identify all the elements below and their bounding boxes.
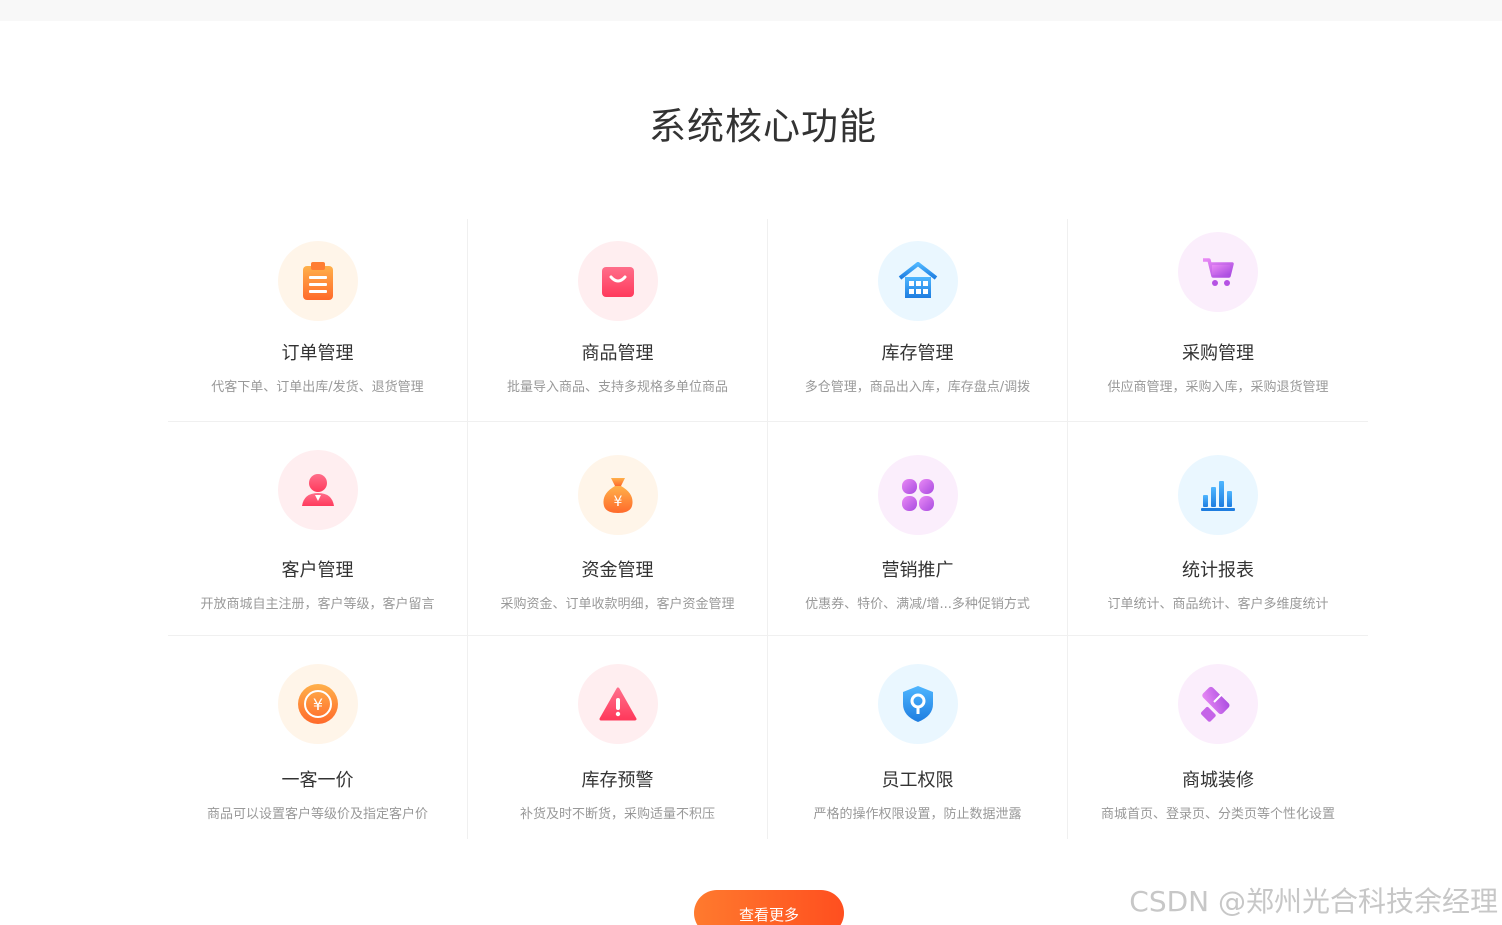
feature-title: 员工权限 xyxy=(881,770,954,791)
warehouse-icon xyxy=(877,241,958,321)
feature-desc: 优惠券、特价、满减/增...多种促销方式 xyxy=(805,597,1030,612)
feature-desc: 订单统计、商品统计、客户多维度统计 xyxy=(1107,597,1329,612)
feature-desc: 补货及时不断货，采购适量不积压 xyxy=(519,807,715,822)
feature-desc: 严格的操作权限设置，防止数据泄露 xyxy=(813,807,1022,822)
feature-title: 订单管理 xyxy=(281,343,354,364)
cart-icon xyxy=(1178,232,1258,312)
feature-card-customer[interactable]: 客户管理 开放商城自主注册，客户等级，客户留言 xyxy=(168,422,468,636)
feature-card-store-decor[interactable]: 商城装修 商城首页、登录页、分类页等个性化设置 xyxy=(1068,636,1368,839)
feature-card-pricing[interactable]: ¥ 一客一价 商品可以设置客户等级价及指定客户价 xyxy=(168,636,468,839)
feature-card-product[interactable]: 商品管理 批量导入商品、支持多规格多单位商品 xyxy=(468,219,768,422)
feature-desc: 批量导入商品、支持多规格多单位商品 xyxy=(506,380,728,395)
view-more-button[interactable]: 查看更多 xyxy=(694,890,844,925)
feature-card-inventory[interactable]: 库存管理 多仓管理，商品出入库，库存盘点/调拨 xyxy=(768,219,1068,422)
shopping-bag-icon xyxy=(577,241,658,321)
feature-card-marketing[interactable]: 营销推广 优惠券、特价、满减/增...多种促销方式 xyxy=(768,422,1068,636)
svg-text:¥: ¥ xyxy=(613,494,622,510)
feature-desc: 商品可以设置客户等级价及指定客户价 xyxy=(206,807,428,822)
feature-desc: 商城首页、登录页、分类页等个性化设置 xyxy=(1100,807,1335,822)
feature-title: 库存预警 xyxy=(581,770,654,791)
money-bag-icon: ¥ xyxy=(577,455,658,535)
feature-title: 客户管理 xyxy=(281,560,354,581)
svg-text:¥: ¥ xyxy=(312,695,322,714)
paint-roller-icon xyxy=(1178,664,1258,744)
shield-key-icon xyxy=(877,664,958,744)
feature-title: 资金管理 xyxy=(581,560,654,581)
feature-desc: 开放商城自主注册，客户等级，客户留言 xyxy=(200,597,435,612)
watermark: CSDN @郑州光合科技余经理 xyxy=(1129,885,1498,918)
feature-card-reports[interactable]: 统计报表 订单统计、商品统计、客户多维度统计 xyxy=(1068,422,1368,636)
feature-card-order[interactable]: 订单管理 代客下单、订单出库/发货、退货管理 xyxy=(168,219,468,422)
feature-title: 采购管理 xyxy=(1182,343,1254,364)
feature-title: 统计报表 xyxy=(1182,560,1254,581)
feature-title: 一客一价 xyxy=(281,770,354,791)
warning-icon xyxy=(577,664,658,744)
feature-card-permissions[interactable]: 员工权限 严格的操作权限设置，防止数据泄露 xyxy=(768,636,1068,839)
yen-coin-icon: ¥ xyxy=(277,664,358,744)
feature-desc: 代客下单、订单出库/发货、退货管理 xyxy=(211,380,424,395)
feature-desc: 供应商管理，采购入库，采购退货管理 xyxy=(1107,380,1329,395)
clover-icon xyxy=(877,455,958,535)
feature-card-purchase[interactable]: 采购管理 供应商管理，采购入库，采购退货管理 xyxy=(1068,219,1368,422)
feature-desc: 多仓管理，商品出入库，库存盘点/调拨 xyxy=(804,380,1031,395)
feature-title: 营销推广 xyxy=(881,560,954,581)
user-icon xyxy=(277,450,358,530)
feature-title: 库存管理 xyxy=(881,343,954,364)
top-strip xyxy=(0,0,1502,21)
feature-grid: 订单管理 代客下单、订单出库/发货、退货管理 商品管理 批量导入商品、支持多规格… xyxy=(168,219,1368,839)
feature-card-stock-alert[interactable]: 库存预警 补货及时不断货，采购适量不积压 xyxy=(468,636,768,839)
clipboard-icon xyxy=(277,241,358,321)
feature-title: 商品管理 xyxy=(581,343,654,364)
bar-chart-icon xyxy=(1178,455,1258,535)
feature-title: 商城装修 xyxy=(1182,770,1254,791)
feature-desc: 采购资金、订单收款明细，客户资金管理 xyxy=(500,597,735,612)
feature-card-funds[interactable]: ¥ 资金管理 采购资金、订单收款明细，客户资金管理 xyxy=(468,422,768,636)
section-title: 系统核心功能 xyxy=(649,105,877,148)
